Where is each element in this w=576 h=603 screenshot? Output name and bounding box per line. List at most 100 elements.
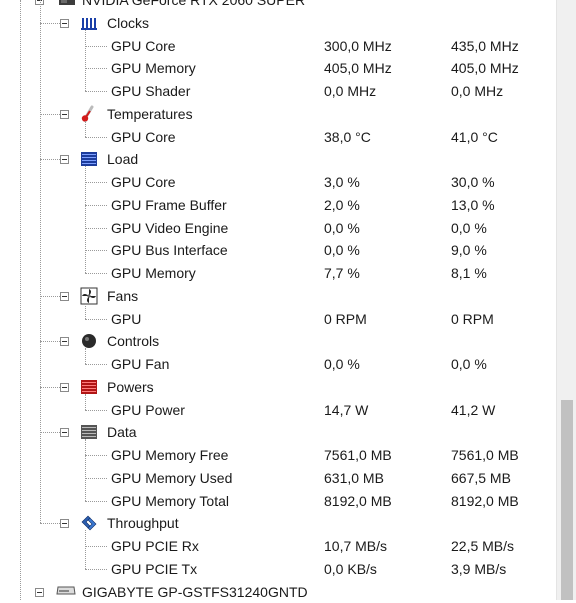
current-value: 14,7 W [324, 402, 368, 418]
tree-connector [85, 530, 86, 569]
tree-connector [85, 569, 107, 570]
sensor-row[interactable]: GPU Fan0,0 %0,0 % [0, 353, 556, 376]
tree-connector [85, 228, 107, 229]
collapse-toggle[interactable] [60, 292, 69, 301]
max-value: 8192,0 MB [451, 493, 519, 509]
current-value: 0,0 % [324, 242, 360, 258]
sensor-row-label: GPU Core [111, 38, 176, 54]
group-controls[interactable]: Controls [0, 330, 556, 353]
load-bars-icon [80, 150, 98, 168]
collapse-toggle[interactable] [60, 383, 69, 392]
tree-connector [85, 364, 107, 365]
collapse-toggle[interactable] [60, 337, 69, 346]
collapse-toggle[interactable] [60, 428, 69, 437]
tree-connector [85, 182, 107, 183]
group-temperatures[interactable]: Temperatures [0, 103, 556, 126]
tree-connector [85, 30, 86, 91]
group-controls-label: Controls [107, 333, 159, 349]
sensor-row[interactable]: GPU PCIE Rx10,7 MB/s22,5 MB/s [0, 535, 556, 558]
collapse-toggle[interactable] [60, 110, 69, 119]
tree-connector [85, 121, 86, 137]
next-device-node-label: GIGABYTE GP-GSTFS31240GNTD [82, 584, 308, 600]
sensor-row[interactable]: GPU Shader0,0 MHz0,0 MHz [0, 80, 556, 103]
sensor-row-label: GPU Bus Interface [111, 242, 228, 258]
sensor-row-label: GPU Memory Total [111, 493, 229, 509]
max-value: 0 RPM [451, 311, 494, 327]
group-clocks-label: Clocks [107, 15, 149, 31]
group-data-label: Data [107, 424, 137, 440]
sensor-row[interactable]: GPU Core300,0 MHz435,0 MHz [0, 35, 556, 58]
max-value: 8,1 % [451, 265, 487, 281]
group-powers-label: Powers [107, 379, 154, 395]
max-value: 41,0 °C [451, 129, 498, 145]
sensor-row[interactable]: GPU Core 38,0 °C 41,0 °C [0, 126, 556, 149]
sensor-row[interactable]: GPU Core3,0 %30,0 % [0, 171, 556, 194]
group-powers[interactable]: Powers [0, 376, 556, 399]
sensor-row[interactable]: GPU Memory Free7561,0 MB7561,0 MB [0, 444, 556, 467]
sensor-row-label: GPU Memory [111, 265, 196, 281]
sensor-row-label: GPU Frame Buffer [111, 197, 227, 213]
max-value: 0,0 % [451, 220, 487, 236]
tree-connector [85, 478, 107, 479]
sensor-row[interactable]: GPU Frame Buffer2,0 %13,0 % [0, 194, 556, 217]
collapse-toggle[interactable] [60, 519, 69, 528]
max-value: 30,0 % [451, 174, 495, 190]
group-throughput[interactable]: Throughput [0, 512, 556, 535]
current-value: 7561,0 MB [324, 447, 392, 463]
sensor-row[interactable]: GPU Bus Interface0,0 %9,0 % [0, 239, 556, 262]
scrollbar-thumb[interactable] [561, 400, 573, 600]
max-value: 7561,0 MB [451, 447, 519, 463]
group-fans[interactable]: Fans [0, 285, 556, 308]
group-load-label: Load [107, 151, 138, 167]
tree-connector [85, 68, 107, 69]
sensor-row[interactable]: GPU PCIE Tx0,0 KB/s3,9 MB/s [0, 558, 556, 581]
device-node[interactable]: NVIDIA GeForce RTX 2060 SUPER [0, 0, 556, 12]
tree-connector [85, 348, 86, 364]
current-value: 0,0 KB/s [324, 561, 377, 577]
sensor-row-label: GPU Core [111, 129, 176, 145]
collapse-toggle[interactable] [60, 19, 69, 28]
tree-connector [40, 114, 60, 115]
group-fans-label: Fans [107, 288, 138, 304]
sensor-row-label: GPU Core [111, 174, 176, 190]
collapse-toggle[interactable] [60, 155, 69, 164]
tree-connector [85, 455, 107, 456]
drive-icon [56, 583, 74, 601]
tree-connector [20, 0, 21, 600]
thermometer-icon [80, 105, 98, 123]
tree-connector [85, 166, 86, 273]
current-value: 2,0 % [324, 197, 360, 213]
sensor-row[interactable]: GPU0 RPM0 RPM [0, 308, 556, 331]
current-value: 631,0 MB [324, 470, 384, 486]
current-value: 0,0 % [324, 220, 360, 236]
sensor-row[interactable]: GPU Power14,7 W41,2 W [0, 399, 556, 422]
max-value: 0,0 % [451, 356, 487, 372]
sensor-row[interactable]: GPU Memory Total8192,0 MB8192,0 MB [0, 490, 556, 513]
sensor-row[interactable]: GPU Memory405,0 MHz405,0 MHz [0, 57, 556, 80]
sensor-row-label: GPU PCIE Rx [111, 538, 199, 554]
tree-connector [40, 0, 41, 523]
sensor-row-label: GPU Shader [111, 83, 190, 99]
sensor-row[interactable]: GPU Video Engine 0,0 % 0,0 % [0, 217, 556, 240]
sensor-row-label: GPU Video Engine [111, 220, 228, 236]
tree-connector [85, 410, 107, 411]
sensor-row-label: GPU PCIE Tx [111, 561, 197, 577]
sensor-row[interactable]: GPU Memory Used631,0 MB667,5 MB [0, 467, 556, 490]
group-data[interactable]: Data [0, 421, 556, 444]
vertical-scrollbar[interactable] [556, 0, 576, 600]
current-value: 38,0 °C [324, 129, 371, 145]
fan-icon [80, 287, 98, 305]
throughput-arrows-icon [80, 514, 98, 532]
sensor-row-label: GPU Memory Used [111, 470, 232, 486]
tree-connector [40, 159, 60, 160]
tree-connector [40, 341, 60, 342]
sensor-row[interactable]: GPU Memory7,7 %8,1 % [0, 262, 556, 285]
tree-connector [85, 91, 107, 92]
clock-bars-icon [80, 14, 98, 32]
expand-toggle[interactable] [35, 588, 44, 597]
power-bars-icon [80, 378, 98, 396]
group-clocks[interactable]: Clocks [0, 12, 556, 35]
group-load[interactable]: Load [0, 148, 556, 171]
tree-connector [40, 296, 60, 297]
group-throughput-label: Throughput [107, 515, 179, 531]
